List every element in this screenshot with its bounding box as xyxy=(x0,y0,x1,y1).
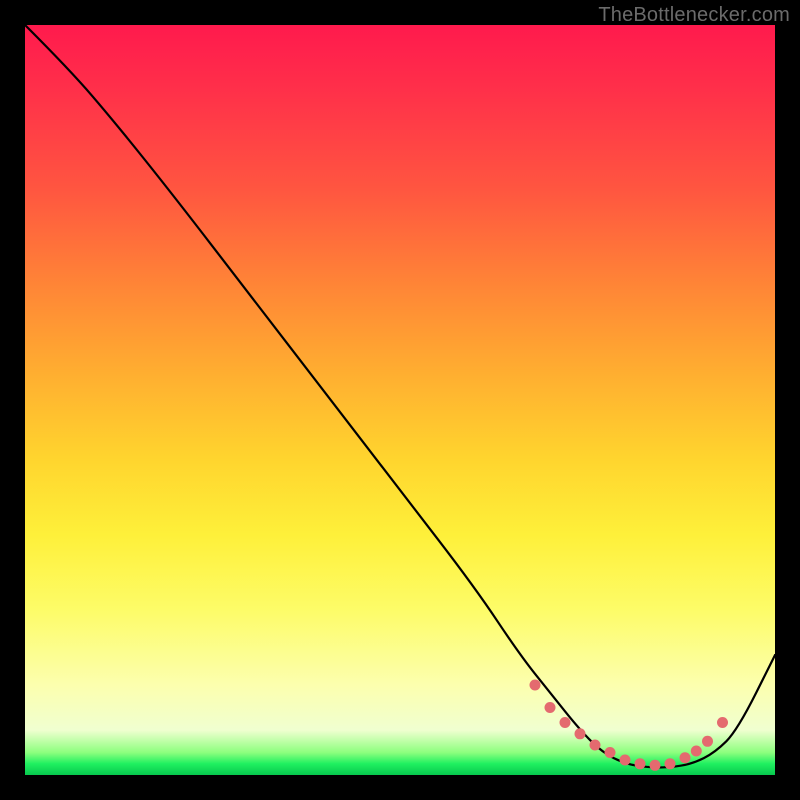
sweet-spot-point xyxy=(605,747,616,758)
attribution-text: TheBottlenecker.com xyxy=(598,4,790,27)
sweet-spot-point xyxy=(650,760,661,771)
sweet-spot-markers xyxy=(530,680,729,771)
curve-layer xyxy=(25,25,775,775)
sweet-spot-point xyxy=(680,752,691,763)
sweet-spot-point xyxy=(590,740,601,751)
sweet-spot-point xyxy=(691,746,702,757)
sweet-spot-point xyxy=(560,717,571,728)
sweet-spot-point xyxy=(665,758,676,769)
sweet-spot-point xyxy=(620,755,631,766)
sweet-spot-point xyxy=(702,736,713,747)
sweet-spot-point xyxy=(575,728,586,739)
sweet-spot-point xyxy=(635,758,646,769)
plot-area xyxy=(25,25,775,775)
chart-stage: TheBottlenecker.com xyxy=(0,0,800,800)
sweet-spot-point xyxy=(717,717,728,728)
sweet-spot-point xyxy=(530,680,541,691)
sweet-spot-point xyxy=(545,702,556,713)
bottleneck-curve xyxy=(25,25,775,768)
